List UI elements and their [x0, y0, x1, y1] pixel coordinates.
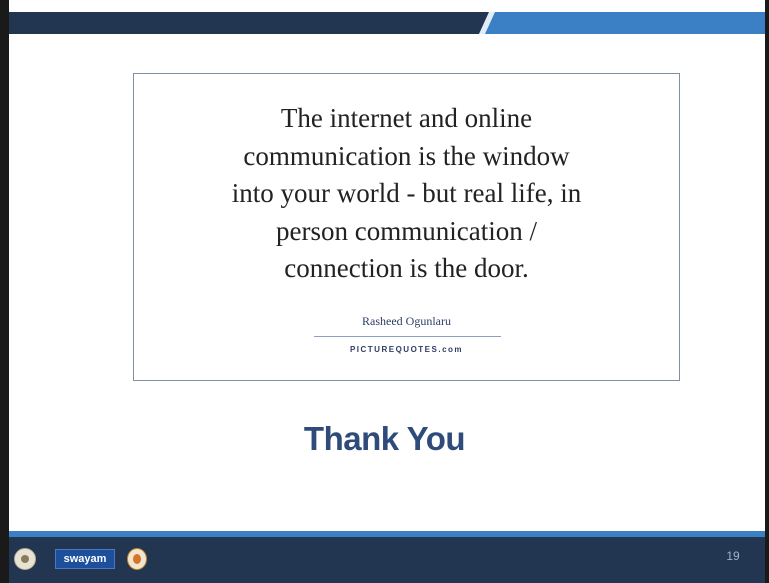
left-frame-edge	[0, 0, 9, 583]
quote-text: The internet and online communication is…	[231, 103, 582, 283]
header-band-graphic	[9, 12, 765, 34]
quote-author: Rasheed Ogunlaru	[362, 314, 451, 328]
page-number: 19	[726, 549, 740, 563]
quote-image: The internet and online communication is…	[133, 73, 680, 381]
footer-bar	[9, 531, 765, 583]
header-accent-band	[479, 12, 765, 34]
footer-stripe	[9, 531, 765, 537]
header-band	[9, 12, 765, 34]
swayam-logo: swayam	[55, 549, 115, 569]
institute-logo	[14, 548, 36, 570]
slide: The internet and online communication is…	[0, 0, 769, 583]
right-frame-edge	[765, 0, 769, 583]
quote-source: PICTUREQUOTES.com	[349, 345, 464, 354]
nptel-logo	[127, 548, 147, 570]
closing-text: Thank You	[303, 420, 466, 457]
author-divider	[314, 336, 501, 337]
